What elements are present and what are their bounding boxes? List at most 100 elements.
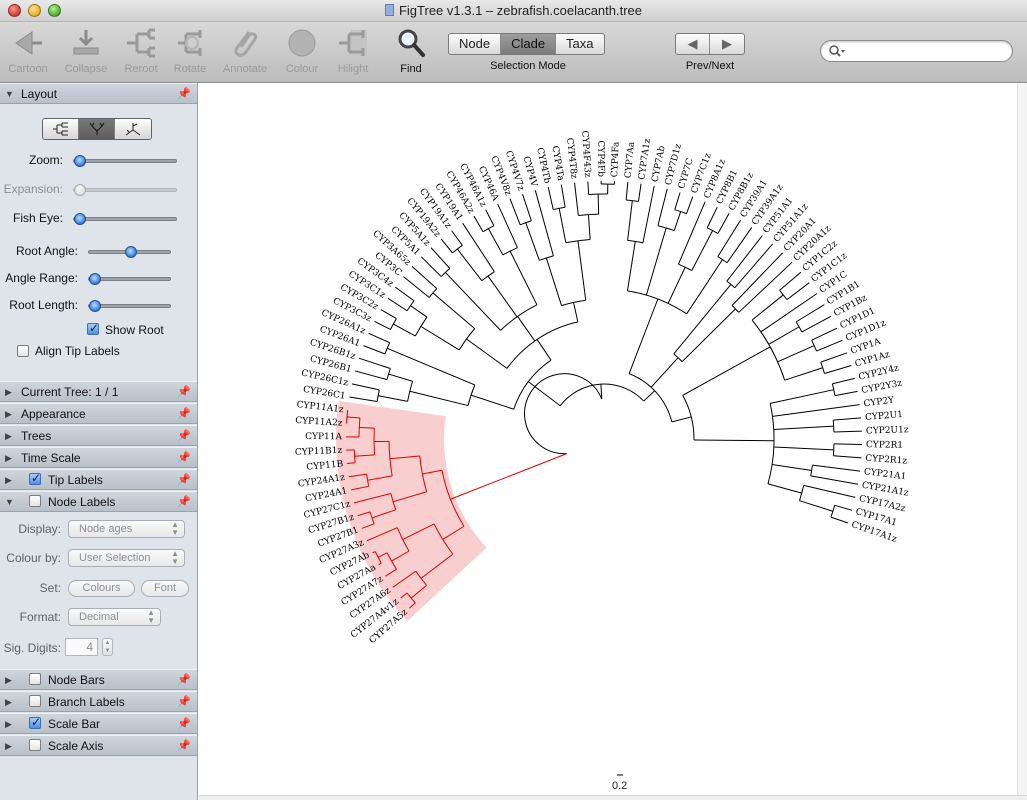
tip-label[interactable]: CYP11B1z [295, 446, 343, 458]
panel-checkbox[interactable] [29, 471, 41, 485]
tree-branch[interactable] [820, 352, 848, 363]
tree-branch[interactable] [777, 345, 815, 363]
tree-branch[interactable] [717, 219, 742, 257]
rectangular-layout-button[interactable] [43, 119, 79, 139]
tree-branch[interactable] [657, 188, 668, 226]
tree-branch[interactable] [627, 200, 633, 241]
tree-branch[interactable] [487, 275, 518, 318]
pin-icon[interactable]: 📌 [177, 495, 191, 508]
tree-branch[interactable] [485, 209, 495, 226]
tree-branch[interactable] [536, 339, 552, 361]
tree-branch[interactable] [678, 201, 706, 265]
tip-label[interactable]: CYP7A1z [637, 138, 653, 181]
tree-branch[interactable] [834, 390, 858, 397]
tree-branch[interactable] [674, 192, 681, 210]
panel-header[interactable]: ▶ Node Bars 📌 [0, 669, 197, 690]
tree-branch[interactable] [795, 304, 825, 323]
tree-branch[interactable] [738, 261, 793, 313]
panel-header[interactable]: ▶ Branch Labels 📌 [0, 691, 197, 712]
slider-track[interactable] [73, 155, 177, 167]
tree-branch[interactable] [359, 426, 375, 429]
rotate-button[interactable]: Rotate [162, 26, 218, 75]
tip-label[interactable]: CYP2Y [863, 395, 896, 409]
tree-branch[interactable] [726, 227, 753, 264]
vertical-scrollbar[interactable] [1017, 83, 1027, 800]
tip-label[interactable]: CYP4Fb [595, 140, 605, 177]
tree-branch[interactable] [473, 215, 484, 232]
tree-branch[interactable] [799, 500, 834, 512]
horizontal-scrollbar[interactable] [199, 795, 1027, 800]
slider-knob[interactable] [74, 184, 86, 196]
tree-branch[interactable] [812, 464, 861, 472]
tree-branch[interactable] [667, 267, 686, 304]
tree-view[interactable]: CYP27A5zCYP27A4v1zCYP27A6zCYP27A7zCYP27A… [199, 83, 1017, 795]
panel-checkbox[interactable] [29, 739, 41, 751]
tree-branch[interactable] [410, 305, 428, 318]
panel-checkbox[interactable] [29, 695, 41, 707]
tree-branch[interactable] [768, 326, 800, 345]
pin-icon[interactable]: 📌 [177, 695, 191, 708]
tree-branch[interactable] [693, 439, 774, 442]
tree-branch[interactable] [726, 235, 763, 282]
tree-branch[interactable] [833, 417, 862, 421]
slider-track[interactable] [73, 213, 177, 225]
tree-branch[interactable] [420, 325, 460, 351]
colour-by-popup[interactable]: User Selection ▲ ▼ [68, 549, 185, 567]
tree-branch[interactable] [801, 315, 832, 333]
tree-branch[interactable] [691, 230, 714, 271]
annotate-button[interactable]: Annotate [217, 26, 273, 75]
tree-branch[interactable] [388, 373, 413, 382]
tree-branch[interactable] [824, 365, 852, 374]
tree-branch[interactable] [671, 416, 692, 423]
tree-branch[interactable] [395, 286, 415, 302]
tree-branch[interactable] [393, 323, 416, 337]
pin-icon[interactable]: 📌 [177, 451, 191, 464]
tree-branch[interactable] [637, 183, 642, 202]
panel-header[interactable]: ▶ Current Tree: 1 / 1 📌 [0, 381, 197, 402]
tree-branch[interactable] [509, 250, 538, 306]
slider-knob[interactable] [74, 213, 86, 225]
pin-icon[interactable]: 📌 [177, 385, 191, 398]
tree-branch[interactable] [686, 196, 694, 214]
colour-button[interactable]: Colour [274, 26, 330, 75]
radial-layout-button[interactable] [115, 119, 151, 139]
tree-branch[interactable] [832, 377, 855, 385]
tree-branch[interactable] [363, 345, 386, 355]
tree-branch[interactable] [522, 194, 532, 221]
tree-branch[interactable] [751, 294, 784, 321]
cartoon-button[interactable]: Cartoon [0, 26, 56, 75]
tip-label[interactable]: CYP2U1 [865, 410, 904, 423]
reroot-button[interactable]: Reroot [113, 26, 169, 75]
tree-branch[interactable] [650, 357, 679, 388]
selection-mode-taxa[interactable]: Taxa [556, 34, 603, 54]
panel-header[interactable]: ▶ Scale Axis 📌 [0, 735, 197, 756]
tree-branch[interactable] [773, 446, 834, 451]
panel-header[interactable]: ▶ Scale Bar 📌 [0, 713, 197, 734]
tree-branch[interactable] [673, 284, 732, 355]
tree-branch[interactable] [488, 228, 504, 256]
slider-track[interactable] [88, 300, 171, 312]
tree-branch[interactable] [440, 238, 453, 254]
tree-branch[interactable] [834, 504, 853, 511]
slider-track[interactable] [73, 184, 177, 196]
tree-branch[interactable] [577, 240, 587, 301]
panel-header[interactable]: ▶ Appearance 📌 [0, 403, 197, 424]
sig-digits-stepper[interactable]: ▲ ▼ [102, 638, 113, 656]
tree-branch[interactable] [760, 293, 818, 333]
tree-branch[interactable] [368, 332, 390, 344]
selection-mode-node[interactable]: Node [449, 34, 502, 54]
tree-branch[interactable] [380, 309, 397, 320]
tree-branch[interactable] [779, 271, 802, 291]
tree-branch[interactable] [734, 243, 774, 289]
tip-label[interactable]: CYP2R1 [866, 440, 903, 451]
tree-branch[interactable] [833, 430, 862, 433]
selection-mode-clade[interactable]: Clade [501, 34, 557, 54]
tree-branch[interactable] [545, 257, 562, 306]
hilight-button[interactable]: Hilight [325, 26, 381, 75]
slider-knob[interactable] [89, 273, 101, 285]
pin-icon[interactable]: 📌 [177, 739, 191, 752]
show-root-checkbox[interactable] [87, 321, 99, 335]
previous-button[interactable]: ◀ [676, 34, 710, 54]
tip-label[interactable]: CYP2R1z [865, 454, 908, 467]
tree-branch[interactable] [466, 338, 508, 369]
